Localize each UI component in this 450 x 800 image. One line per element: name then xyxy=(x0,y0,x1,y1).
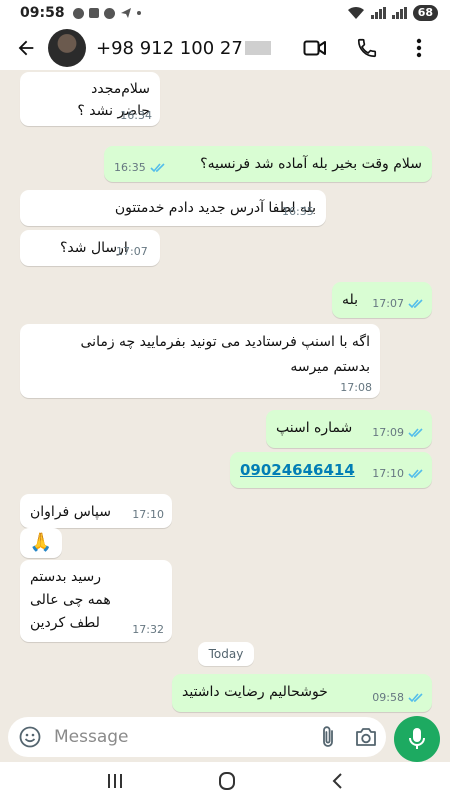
recents-icon xyxy=(108,774,123,788)
home-button[interactable] xyxy=(217,771,237,791)
message-time: 16:35 xyxy=(282,205,314,218)
voice-message-button[interactable] xyxy=(394,716,440,762)
message-time: 09:58 xyxy=(372,691,404,704)
system-nav-bar xyxy=(0,762,450,800)
camera-button[interactable] xyxy=(354,726,378,748)
message-outgoing[interactable]: خوشحالیم رضایت داشتید 09:58 xyxy=(172,674,432,712)
attach-button[interactable] xyxy=(320,725,336,749)
message-incoming[interactable]: رسید بدستم همه چی عالی لطف کردین 17:32 xyxy=(20,560,172,642)
home-icon xyxy=(218,772,235,790)
signal-icon xyxy=(391,7,407,19)
message-incoming[interactable]: 🙏 xyxy=(20,528,62,558)
message-composer xyxy=(8,717,386,757)
input-bar xyxy=(0,716,450,762)
read-ticks-icon xyxy=(408,427,423,437)
message-incoming[interactable]: اگه با اسنپ فرستادید می تونید بفرمایید چ… xyxy=(20,324,380,398)
message-outgoing[interactable]: 09024646414 17:10 xyxy=(230,452,432,488)
message-input[interactable] xyxy=(54,727,284,747)
message-incoming[interactable]: سپاس فراوان 17:10 xyxy=(20,494,172,528)
dot-icon xyxy=(136,11,141,15)
emoji-icon xyxy=(19,726,41,748)
system-icons: 68 xyxy=(347,5,438,21)
notification-icon xyxy=(72,7,84,19)
cloud-icon xyxy=(103,7,115,19)
notification-icons xyxy=(72,7,141,19)
message-time: 17:10 xyxy=(132,508,164,521)
avatar[interactable] xyxy=(48,29,86,67)
more-vert-icon xyxy=(416,38,422,58)
chat-area[interactable]: سلام‌مجدد حاضر نشد ؟ 16:34 16:35 سلام وق… xyxy=(0,70,450,716)
header-actions xyxy=(298,31,442,65)
read-ticks-icon xyxy=(408,692,423,702)
read-ticks-icon xyxy=(408,298,423,308)
chevron-left-icon xyxy=(332,773,342,789)
contact-name[interactable]: +98 912 100 27 xyxy=(96,38,271,59)
emoji-button[interactable] xyxy=(18,725,42,749)
battery-icon: 68 xyxy=(412,5,438,21)
wifi-icon xyxy=(347,6,364,19)
message-time: 17:08 xyxy=(340,381,372,394)
video-call-icon xyxy=(303,40,326,56)
read-ticks-icon xyxy=(150,162,165,172)
camera-icon xyxy=(356,728,376,746)
message-time: 17:32 xyxy=(132,623,164,636)
notification-icon xyxy=(88,8,99,18)
message-time: 17:07 xyxy=(116,245,148,258)
menu-button[interactable] xyxy=(402,31,436,65)
arrow-left-icon xyxy=(18,40,34,56)
voice-call-button[interactable] xyxy=(350,31,384,65)
message-time: 17:09 xyxy=(372,426,404,439)
day-divider: Today xyxy=(198,642,254,666)
message-time: 16:35 xyxy=(114,161,146,174)
message-incoming[interactable]: 17:07 ارسال شد؟ xyxy=(20,230,160,266)
message-incoming[interactable]: 16:35 بله لطفا آدرس جدید دادم خدمتتون xyxy=(20,190,326,226)
message-time: 16:34 xyxy=(120,109,152,122)
signal-icon xyxy=(370,7,386,19)
message-time: 17:07 xyxy=(372,297,404,310)
message-time: 17:10 xyxy=(372,467,404,480)
phone-icon xyxy=(357,38,377,58)
message-outgoing[interactable]: بله 17:07 xyxy=(332,282,432,318)
microphone-icon xyxy=(409,728,425,749)
status-time: 09:58 xyxy=(20,5,65,21)
telegram-icon xyxy=(120,8,131,18)
redacted-mask xyxy=(244,41,271,55)
recents-button[interactable] xyxy=(106,773,124,789)
message-outgoing[interactable]: 16:35 سلام وقت بخیر بله آماده شد فرنسیه؟ xyxy=(104,146,432,182)
back-button[interactable] xyxy=(8,30,44,66)
back-nav-button[interactable] xyxy=(330,772,344,790)
paperclip-icon xyxy=(323,726,333,747)
message-incoming[interactable]: سلام‌مجدد حاضر نشد ؟ 16:34 xyxy=(20,72,160,126)
read-ticks-icon xyxy=(408,468,423,478)
pray-emoji: 🙏 xyxy=(29,532,53,553)
video-call-button[interactable] xyxy=(298,31,332,65)
status-bar: 09:58 68 xyxy=(0,0,450,26)
chat-header: +98 912 100 27 xyxy=(0,26,450,70)
message-outgoing[interactable]: شماره اسنپ 17:09 xyxy=(266,410,432,448)
